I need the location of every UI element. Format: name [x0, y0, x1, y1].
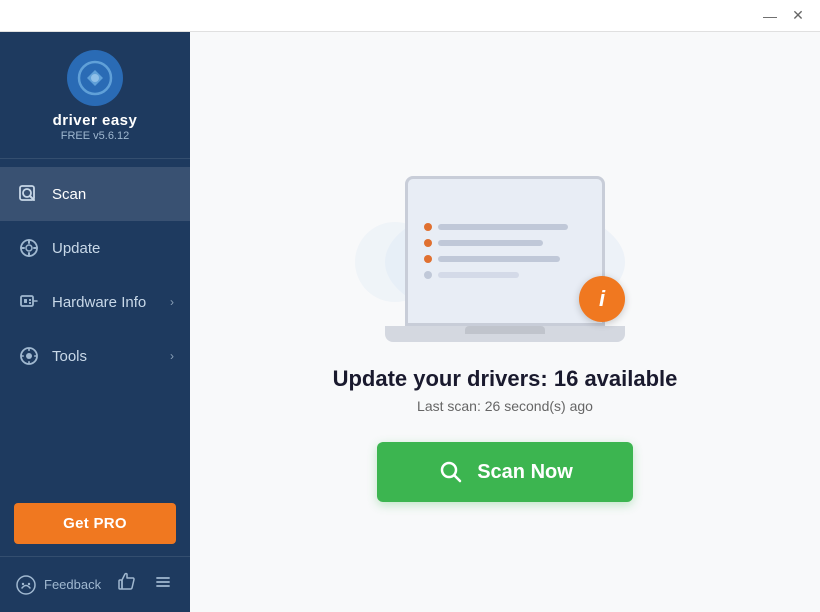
scan-now-button[interactable]: Scan Now	[377, 442, 633, 502]
main-content: i Update your drivers: 16 available Last…	[190, 32, 820, 612]
get-pro-button[interactable]: Get PRO	[14, 503, 176, 544]
tools-icon	[16, 343, 42, 369]
laptop-base-inner	[465, 326, 545, 334]
laptop-screen	[405, 176, 605, 326]
last-scan-text: Last scan: 26 second(s) ago	[417, 398, 593, 414]
thumbs-up-icon[interactable]	[116, 571, 138, 598]
sidebar-label-tools: Tools	[52, 348, 170, 365]
sidebar: driver easy FREE v5.6.12 Scan	[0, 32, 190, 612]
tools-arrow: ›	[170, 349, 174, 363]
sidebar-label-hardware-info: Hardware Info	[52, 294, 170, 311]
scan-now-icon	[437, 458, 465, 486]
close-button[interactable]: ✕	[784, 2, 812, 30]
app-window: — ✕ driver easy FREE v5.6.12	[0, 0, 820, 612]
sidebar-item-scan[interactable]: Scan	[0, 167, 190, 221]
sidebar-item-tools[interactable]: Tools ›	[0, 329, 190, 383]
feedback-icon	[16, 575, 36, 595]
hardware-info-arrow: ›	[170, 295, 174, 309]
hardware-icon	[16, 289, 42, 315]
illustration: i	[365, 142, 645, 342]
main-title: Update your drivers: 16 available	[333, 366, 678, 392]
scan-now-label: Scan Now	[477, 461, 573, 484]
sidebar-label-update: Update	[52, 240, 174, 257]
info-badge: i	[579, 276, 625, 322]
scan-icon	[16, 181, 42, 207]
logo-version: FREE v5.6.12	[61, 130, 129, 142]
sidebar-footer: Feedback	[0, 556, 190, 612]
minimize-button[interactable]: —	[756, 2, 784, 30]
logo-icon	[67, 50, 123, 106]
update-icon	[16, 235, 42, 261]
title-bar: — ✕	[0, 0, 820, 32]
feedback-label: Feedback	[44, 577, 101, 592]
sidebar-item-hardware-info[interactable]: Hardware Info ›	[0, 275, 190, 329]
list-icon[interactable]	[152, 571, 174, 598]
main-layout: driver easy FREE v5.6.12 Scan	[0, 32, 820, 612]
feedback-item[interactable]: Feedback	[16, 575, 101, 595]
sidebar-label-scan: Scan	[52, 186, 174, 203]
logo-title: driver easy	[53, 112, 138, 129]
nav-items: Scan Update	[0, 163, 190, 491]
sidebar-logo: driver easy FREE v5.6.12	[0, 32, 190, 159]
sidebar-item-update[interactable]: Update	[0, 221, 190, 275]
